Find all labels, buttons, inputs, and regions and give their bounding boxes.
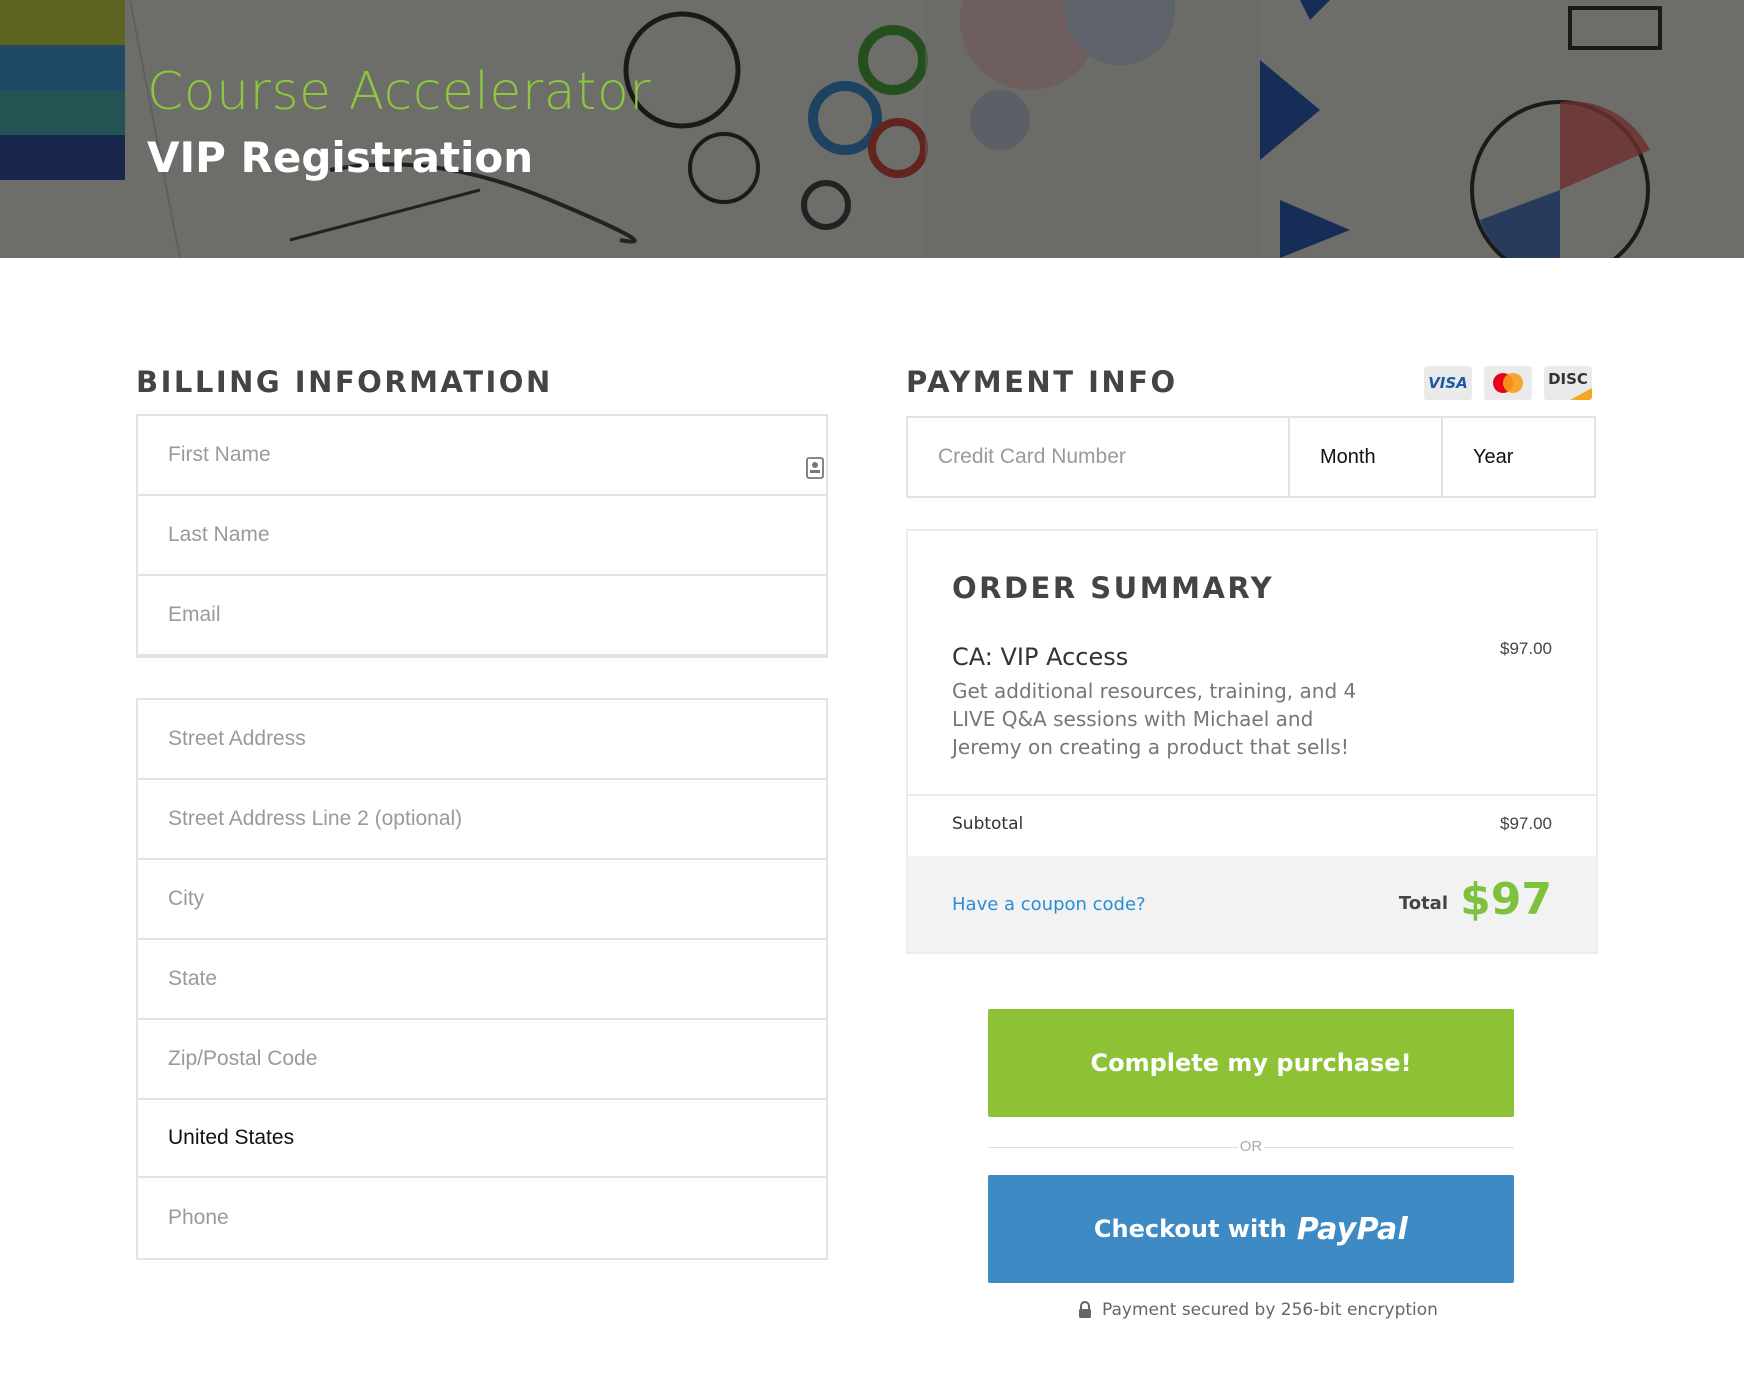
discover-icon: DISC <box>1544 366 1592 400</box>
city-field[interactable]: City <box>138 860 826 940</box>
paypal-button-label: Checkout with <box>1093 1215 1287 1243</box>
order-item-description: Get additional resources, training, and … <box>952 679 1357 759</box>
total-value: $97 <box>1460 874 1552 925</box>
phone-field[interactable]: Phone <box>138 1178 826 1258</box>
page-title: Course Accelerator <box>147 62 652 122</box>
discover-label: DISC <box>1548 370 1588 388</box>
subtotal-label: Subtotal <box>952 814 1024 834</box>
order-summary-panel: ORDER SUMMARY CA: VIP Access $97.00 Get … <box>906 529 1598 954</box>
first-name-field[interactable]: First Name <box>138 416 826 496</box>
contact-fields-group: First Name Last Name Email <box>136 414 828 658</box>
coupon-code-link[interactable]: Have a coupon code? <box>952 894 1146 915</box>
total-label: Total <box>1398 893 1448 914</box>
street-address-line2-field[interactable]: Street Address Line 2 (optional) <box>138 780 826 860</box>
zip-field[interactable]: Zip/Postal Code <box>138 1020 826 1100</box>
paypal-logo: PayPal <box>1296 1211 1409 1247</box>
visa-icon: VISA <box>1424 366 1472 400</box>
credit-card-number-field[interactable]: Credit Card Number <box>908 418 1290 496</box>
total-bar: Have a coupon code? Total $97 <box>908 856 1596 952</box>
last-name-field[interactable]: Last Name <box>138 496 826 576</box>
lock-icon <box>1079 1301 1091 1318</box>
contact-card-icon[interactable] <box>804 457 826 479</box>
address-fields-group: Street Address Street Address Line 2 (op… <box>136 698 828 1260</box>
subtotal-value: $97.00 <box>1500 814 1552 833</box>
payment-heading: PAYMENT INFO <box>906 365 1178 399</box>
card-icons: VISA DISC <box>1424 366 1592 400</box>
or-separator: OR <box>988 1138 1514 1158</box>
billing-heading: BILLING INFORMATION <box>136 365 553 399</box>
payment-fields-row: Credit Card Number Month Year <box>906 416 1596 498</box>
security-note: Payment secured by 256-bit encryption <box>1078 1300 1438 1320</box>
order-summary-heading: ORDER SUMMARY <box>952 571 1275 605</box>
email-field[interactable]: Email <box>138 576 826 656</box>
country-select[interactable]: United States <box>138 1100 826 1178</box>
or-line-right <box>1264 1147 1514 1148</box>
order-item-name: CA: VIP Access <box>952 643 1129 671</box>
expiry-year-select[interactable]: Year <box>1443 418 1594 496</box>
hero-banner: Course Accelerator VIP Registration <box>0 0 1744 258</box>
paypal-checkout-button[interactable]: Checkout with PayPal <box>988 1175 1514 1283</box>
security-text: Payment secured by 256-bit encryption <box>1102 1300 1438 1320</box>
hero-overlay <box>0 0 1744 258</box>
page-subtitle: VIP Registration <box>147 133 534 182</box>
street-address-field[interactable]: Street Address <box>138 700 826 780</box>
summary-divider <box>908 794 1596 796</box>
expiry-month-select[interactable]: Month <box>1290 418 1443 496</box>
order-item-price: $97.00 <box>1500 639 1552 658</box>
state-field[interactable]: State <box>138 940 826 1020</box>
mastercard-icon <box>1484 366 1532 400</box>
complete-purchase-button[interactable]: Complete my purchase! <box>988 1009 1514 1117</box>
